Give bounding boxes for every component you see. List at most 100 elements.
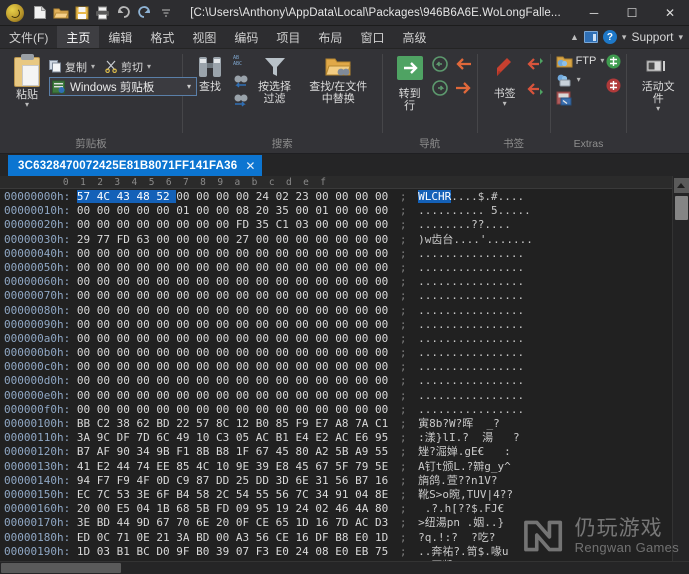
- hex-ascii[interactable]: ................: [418, 360, 524, 374]
- hex-ascii[interactable]: 矬?淈婵.gE€ :: [418, 445, 511, 459]
- hex-bytes[interactable]: 00 00 00 00 00 00 00 00 00 00 00 00 00 0…: [77, 318, 388, 332]
- horizontal-scroll-thumb[interactable]: [1, 563, 121, 573]
- hex-bytes[interactable]: B7 AF 90 34 9B F1 8B B8 1F 67 45 80 A2 5…: [77, 445, 388, 459]
- hex-ascii[interactable]: ................: [418, 261, 524, 275]
- hex-row[interactable]: 000000d0h: 00 00 00 00 00 00 00 00 00 00…: [0, 374, 672, 388]
- hex-bytes[interactable]: BB C2 38 62 BD 22 57 8C 12 B0 85 F9 E7 A…: [77, 417, 388, 431]
- save-icon[interactable]: [71, 2, 92, 23]
- hex-row[interactable]: 00000180h: ED 0C 71 0E 21 3A BD 00 A3 56…: [0, 531, 672, 545]
- hex-ascii[interactable]: :漾}lI.? 湯 ?: [418, 431, 519, 445]
- hex-row[interactable]: 00000080h: 00 00 00 00 00 00 00 00 00 00…: [0, 304, 672, 318]
- hex-bytes[interactable]: 00 00 00 00 00 00 00 00 00 00 00 00 00 0…: [77, 332, 388, 346]
- hex-row[interactable]: 00000140h: 94 F7 F9 4F 0D C9 87 DD 25 DD…: [0, 474, 672, 488]
- copy-button[interactable]: 复制 ▾: [49, 58, 95, 75]
- red-pinwheel-icon[interactable]: [606, 78, 621, 98]
- hex-row[interactable]: 00000160h: 20 00 E5 04 1B 68 5B FD 09 95…: [0, 502, 672, 516]
- hex-ascii[interactable]: ................: [418, 346, 524, 360]
- vertical-scrollbar[interactable]: [672, 176, 689, 561]
- menu-item-edit[interactable]: 编辑: [99, 26, 141, 48]
- menu-item-file[interactable]: 文件(F): [0, 26, 57, 48]
- chevron-up-icon[interactable]: ▲: [570, 32, 579, 42]
- vertical-scroll-thumb[interactable]: [674, 196, 688, 220]
- menu-item-advanced[interactable]: 高级: [393, 26, 435, 48]
- support-chevron-icon[interactable]: ▾: [678, 32, 683, 43]
- hex-ascii[interactable]: ................: [418, 318, 524, 332]
- cut-button[interactable]: 剪切 ▾: [105, 58, 151, 75]
- support-link[interactable]: Support: [631, 30, 673, 44]
- hex-row[interactable]: 00000000h: 57 4C 43 48 52 00 00 00 00 24…: [0, 190, 672, 204]
- find-prev-icon[interactable]: [232, 74, 249, 93]
- hex-row[interactable]: 00000190h: 1D 03 B1 BC D0 9F B0 39 07 F3…: [0, 545, 672, 559]
- hex-bytes[interactable]: 00 00 00 00 00 00 00 00 00 00 00 00 00 0…: [77, 389, 388, 403]
- hex-ascii[interactable]: .?.h[??$.FJ€: [418, 502, 504, 516]
- hex-bytes[interactable]: 41 E2 44 74 EE 85 4C 10 9E 39 E8 45 67 5…: [77, 460, 388, 474]
- hex-ascii[interactable]: 寅8b?W?晖 _?: [418, 417, 500, 431]
- hex-row[interactable]: 000000f0h: 00 00 00 00 00 00 00 00 00 00…: [0, 403, 672, 417]
- hex-row[interactable]: 00000010h: 00 00 00 00 00 01 00 00 08 20…: [0, 204, 672, 218]
- hex-bytes[interactable]: 00 00 00 00 00 00 00 00 00 00 00 00 00 0…: [77, 374, 388, 388]
- hex-row[interactable]: 00000120h: B7 AF 90 34 9B F1 8B B8 1F 67…: [0, 445, 672, 459]
- hex-bytes[interactable]: ED 0C 71 0E 21 3A BD 00 A3 56 CE 16 DF B…: [77, 531, 388, 545]
- horizontal-scrollbar[interactable]: [0, 561, 689, 574]
- forward-arrow-icon[interactable]: [455, 81, 472, 100]
- hex-row[interactable]: 00000060h: 00 00 00 00 00 00 00 00 00 00…: [0, 275, 672, 289]
- ribbon-display-icon[interactable]: [583, 31, 598, 43]
- find-replace-in-files-button[interactable]: 查找/在文件中替换: [300, 53, 377, 107]
- filter-by-selection-button[interactable]: 按选择过滤: [249, 53, 300, 107]
- hex-bytes[interactable]: EC 7C 53 3E 6F B4 58 2C 54 55 56 7C 34 9…: [77, 488, 388, 502]
- ftp-button[interactable]: FTP ▾: [556, 52, 604, 69]
- hex-bytes[interactable]: 00 00 00 00 00 00 00 00 00 00 00 00 00 0…: [77, 304, 388, 318]
- next-bookmark-icon[interactable]: [527, 81, 545, 102]
- hex-ascii[interactable]: ................: [418, 403, 524, 417]
- hex-row[interactable]: 00000030h: 29 77 FD 63 00 00 00 00 27 00…: [0, 233, 672, 247]
- active-files-button[interactable]: 活动文件 ▾: [632, 56, 684, 114]
- hex-row[interactable]: 000000e0h: 00 00 00 00 00 00 00 00 00 00…: [0, 389, 672, 403]
- hex-bytes[interactable]: 29 77 FD 63 00 00 00 00 27 00 00 00 00 0…: [77, 233, 388, 247]
- print-icon[interactable]: [92, 2, 113, 23]
- hex-row[interactable]: 00000150h: EC 7C 53 3E 6F B4 58 2C 54 55…: [0, 488, 672, 502]
- hex-row[interactable]: 00000100h: BB C2 38 62 BD 22 57 8C 12 B0…: [0, 417, 672, 431]
- hex-ascii[interactable]: ................: [418, 332, 524, 346]
- goto-line-button[interactable]: 转到行: [388, 53, 432, 114]
- minimize-button[interactable]: ─: [575, 0, 613, 26]
- hex-row[interactable]: 000000c0h: 00 00 00 00 00 00 00 00 00 00…: [0, 360, 672, 374]
- open-folder-icon[interactable]: [50, 2, 71, 23]
- close-icon[interactable]: ✕: [245, 159, 255, 173]
- hex-row[interactable]: 00000070h: 00 00 00 00 00 00 00 00 00 00…: [0, 289, 672, 303]
- hex-ascii[interactable]: ?q.!:? ?吃?: [418, 531, 495, 545]
- hex-ascii[interactable]: ................: [418, 247, 524, 261]
- hex-row[interactable]: 00000110h: 3A 9C DF 7D 6C 49 10 C3 05 AC…: [0, 431, 672, 445]
- close-button[interactable]: ✕: [651, 0, 689, 26]
- help-icon[interactable]: ?: [602, 30, 617, 44]
- new-file-icon[interactable]: [29, 2, 50, 23]
- forward-circle-icon[interactable]: [431, 80, 448, 101]
- hex-row[interactable]: 00000050h: 00 00 00 00 00 00 00 00 00 00…: [0, 261, 672, 275]
- hex-bytes[interactable]: 1D 03 B1 BC D0 9F B0 39 07 F3 E0 24 08 E…: [77, 545, 388, 559]
- bookmark-button[interactable]: 书签 ▾: [483, 53, 527, 109]
- hex-rows[interactable]: 00000000h: 57 4C 43 48 52 00 00 00 00 24…: [0, 189, 672, 561]
- back-arrow-icon[interactable]: [455, 57, 472, 76]
- hex-ascii[interactable]: ................: [418, 389, 524, 403]
- redo-icon[interactable]: [134, 2, 155, 23]
- menu-item-layout[interactable]: 布局: [309, 26, 351, 48]
- scroll-up-button[interactable]: [673, 178, 689, 193]
- menu-item-project[interactable]: 项目: [267, 26, 309, 48]
- hex-ascii[interactable]: ................: [418, 304, 524, 318]
- hex-ascii[interactable]: .......... 5.....: [418, 204, 531, 218]
- hex-ascii[interactable]: 旓鸽.萱??n1V?: [418, 474, 497, 488]
- hex-bytes[interactable]: 00 00 00 00 00 00 00 00 00 00 00 00 00 0…: [77, 247, 388, 261]
- hex-ascii[interactable]: ................: [418, 275, 524, 289]
- maximize-button[interactable]: ☐: [613, 0, 651, 26]
- hex-bytes[interactable]: 57 4C 43 48 52 00 00 00 00 24 02 23 00 0…: [76, 190, 388, 204]
- find-button[interactable]: 查找: [188, 53, 232, 95]
- hex-bytes[interactable]: 00 00 00 00 00 00 00 00 00 00 00 00 00 0…: [77, 261, 388, 275]
- menu-item-encoding[interactable]: 编码: [225, 26, 267, 48]
- hex-bytes[interactable]: 3E BD 44 9D 67 70 6E 20 0F CE 65 1D 16 7…: [77, 516, 388, 530]
- paste-button[interactable]: 粘贴 ▾: [5, 53, 49, 110]
- hex-bytes[interactable]: 00 00 00 00 00 00 00 00 00 00 00 00 00 0…: [77, 360, 388, 374]
- hex-row[interactable]: 00000170h: 3E BD 44 9D 67 70 6E 20 0F CE…: [0, 516, 672, 530]
- menu-item-view[interactable]: 视图: [183, 26, 225, 48]
- hex-ascii[interactable]: A钉t颁L.?辧g_y^: [418, 460, 511, 474]
- hex-ascii[interactable]: ................: [418, 374, 524, 388]
- cloud-share-button[interactable]: ▾: [556, 71, 605, 88]
